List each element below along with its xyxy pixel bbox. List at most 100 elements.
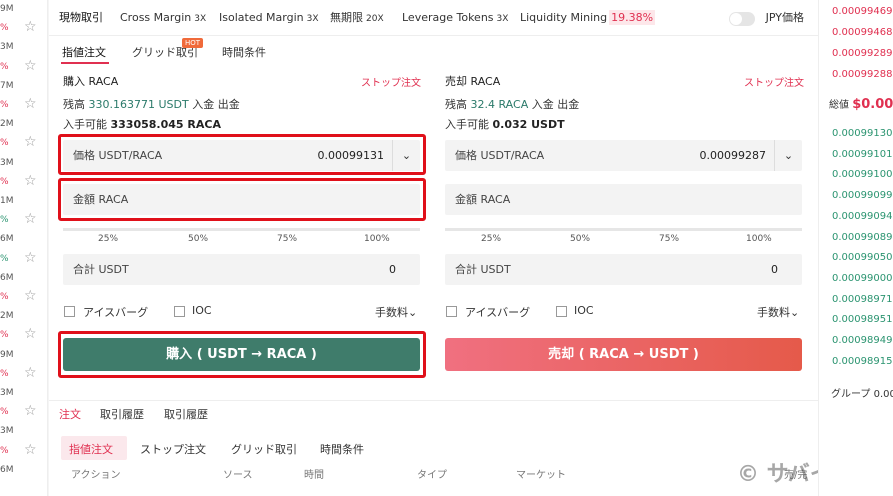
bid-price[interactable]: 0.00098949 — [832, 335, 892, 346]
chevron-down-icon: ⌄ — [790, 306, 800, 319]
buy-stop-order-link[interactable]: ストップ注文 — [361, 74, 421, 89]
buy-iceberg-checkbox[interactable] — [64, 306, 75, 317]
deposit-link[interactable]: 入金 — [532, 98, 554, 111]
orders-subtab-stop[interactable]: ストップ注文 — [140, 441, 206, 457]
buy-fee-dropdown[interactable]: 手数料⌄ — [375, 304, 417, 320]
sell-total-field[interactable]: 合計 USDT 0 — [445, 254, 802, 285]
bid-price[interactable]: 0.00099094 — [832, 211, 892, 222]
bid-price[interactable]: 0.00099130 — [832, 128, 892, 139]
amount-label: 金額 RACA — [455, 193, 511, 206]
sell-amount-field[interactable]: 金額 RACA — [445, 184, 802, 215]
sell-price-field[interactable]: 価格 USDT/RACA 0.00099287 ⌄ — [445, 140, 802, 171]
tab-orders[interactable]: 注文 — [59, 406, 81, 422]
buy-ioc-checkbox[interactable] — [174, 306, 185, 317]
order-type-tabs: 指値注文 グリッド取引 時間条件 — [49, 36, 818, 64]
order-book-group[interactable]: グループ 0.000 — [831, 385, 893, 400]
withdraw-link[interactable]: 出金 — [218, 98, 240, 111]
iceberg-label: アイスバーグ — [465, 306, 531, 319]
order-book-total: 総値 $0.000 — [829, 96, 893, 112]
sell-stop-order-link[interactable]: ストップ注文 — [744, 74, 804, 89]
slider-50-label[interactable]: 50% — [570, 234, 590, 244]
slider-25-label[interactable]: 25% — [481, 234, 501, 244]
sell-iceberg-checkbox[interactable] — [446, 306, 457, 317]
tab-trade-history-2[interactable]: 取引履歴 — [164, 406, 208, 422]
ask-price[interactable]: 0.00099289 — [832, 48, 892, 59]
market-row-text: 2M — [0, 311, 14, 322]
slider-75-label[interactable]: 75% — [659, 234, 679, 244]
deposit-link[interactable]: 入金 — [192, 98, 214, 111]
sell-ioc-checkbox[interactable] — [556, 306, 567, 317]
market-row-text: % — [0, 23, 9, 34]
market-row-text: % — [0, 100, 9, 110]
ioc-label: IOC — [192, 304, 212, 317]
bid-price[interactable]: 0.00099100 — [832, 169, 892, 180]
market-row-text: 9M — [0, 4, 14, 14]
highlight-buy-button-box — [58, 331, 426, 378]
favorite-star-icon[interactable]: ☆ — [24, 248, 37, 268]
bid-price[interactable]: 0.00099089 — [832, 232, 892, 243]
fee-label: 手数料 — [375, 306, 408, 319]
buy-title: 購入 RACA — [63, 75, 119, 88]
orders-subtab-conditional[interactable]: 時間条件 — [320, 441, 364, 457]
bid-price[interactable]: 0.00099000 — [832, 273, 892, 284]
market-row-text: 3M — [0, 42, 14, 53]
orders-subtab-limit[interactable]: 指値注文 — [69, 441, 113, 457]
bid-price[interactable]: 0.00098951 — [832, 314, 892, 325]
slider-50-label[interactable]: 50% — [188, 234, 208, 244]
tab-trade-history[interactable]: 取引履歴 — [100, 406, 144, 422]
col-market: マーケット — [516, 470, 566, 481]
tab-isolated-margin[interactable]: Isolated Margin 3X — [219, 0, 319, 36]
favorite-star-icon[interactable]: ☆ — [24, 56, 37, 76]
buy-total-field[interactable]: 合計 USDT 0 — [63, 254, 420, 285]
withdraw-link[interactable]: 出金 — [557, 98, 579, 111]
favorite-star-icon[interactable]: ☆ — [24, 94, 37, 114]
chevron-down-icon[interactable]: ⌄ — [774, 140, 802, 171]
ask-price[interactable]: 0.00099469 — [832, 6, 892, 17]
col-time: 時間 — [304, 470, 324, 481]
tab-perpetual[interactable]: 無期限 20X — [330, 0, 384, 36]
bid-price[interactable]: 0.00099050 — [832, 252, 892, 263]
orders-subtab-grid[interactable]: グリッド取引 — [231, 441, 297, 457]
bid-price[interactable]: 0.00099101 — [832, 149, 892, 160]
subtab-conditional[interactable]: 時間条件 — [222, 44, 266, 60]
ask-price[interactable]: 0.00099288 — [832, 69, 892, 80]
market-row-text: % — [0, 368, 9, 379]
favorite-star-icon[interactable]: ☆ — [24, 209, 37, 229]
bid-price[interactable]: 0.00098971 — [832, 294, 892, 305]
sell-fee-dropdown[interactable]: 手数料⌄ — [757, 304, 799, 320]
slider-75-label[interactable]: 75% — [277, 234, 297, 244]
favorite-star-icon[interactable]: ☆ — [24, 132, 37, 152]
sell-available-line: 入手可能 0.032 USDT — [445, 116, 565, 132]
market-list-strip: 9M% ☆ 3M% ☆ 7M% ☆ 2M% ☆ 3M% ☆ 1M% ☆ 6M% ☆ 6M% ☆ 2M% ☆ 9M% ☆… — [0, 0, 48, 496]
tab-cross-label: Cross Margin — [120, 11, 192, 24]
available-label: 入手可能 — [445, 118, 489, 131]
apy-badge: 19.38% — [609, 10, 656, 25]
tab-perp-label: 無期限 — [330, 11, 363, 24]
slider-100-label[interactable]: 100% — [746, 234, 772, 244]
subtab-limit[interactable]: 指値注文 — [62, 44, 106, 60]
ask-price[interactable]: 0.00099468 — [832, 27, 892, 38]
tab-leverage-tokens[interactable]: Leverage Tokens 3X — [402, 0, 508, 36]
market-row-text: % — [0, 215, 9, 226]
bid-price[interactable]: 0.00098915 — [832, 356, 892, 367]
buy-amount-slider[interactable] — [63, 228, 420, 231]
bid-price[interactable]: 0.00099099 — [832, 190, 892, 201]
sell-button[interactable]: 売却 ( RACA → USDT ) — [445, 338, 802, 371]
favorite-star-icon[interactable]: ☆ — [24, 171, 37, 191]
tab-liquidity-mining[interactable]: Liquidity Mining 19.38% — [520, 0, 656, 36]
sell-title: 売却 RACA — [445, 75, 501, 88]
favorite-star-icon[interactable]: ☆ — [24, 286, 37, 306]
tab-cross-margin[interactable]: Cross Margin 3X — [120, 0, 206, 36]
favorite-star-icon[interactable]: ☆ — [24, 363, 37, 383]
market-row-text: % — [0, 330, 9, 341]
tab-spot[interactable]: 現物取引 — [59, 0, 103, 36]
jpy-price-toggle[interactable] — [729, 12, 755, 26]
sell-amount-slider[interactable] — [445, 228, 802, 231]
slider-100-label[interactable]: 100% — [364, 234, 390, 244]
trade-type-tabs: 現物取引 Cross Margin 3X Isolated Margin 3X 無期… — [49, 0, 818, 36]
favorite-star-icon[interactable]: ☆ — [24, 17, 37, 37]
favorite-star-icon[interactable]: ☆ — [24, 324, 37, 344]
favorite-star-icon[interactable]: ☆ — [24, 440, 37, 460]
slider-25-label[interactable]: 25% — [98, 234, 118, 244]
favorite-star-icon[interactable]: ☆ — [24, 401, 37, 421]
